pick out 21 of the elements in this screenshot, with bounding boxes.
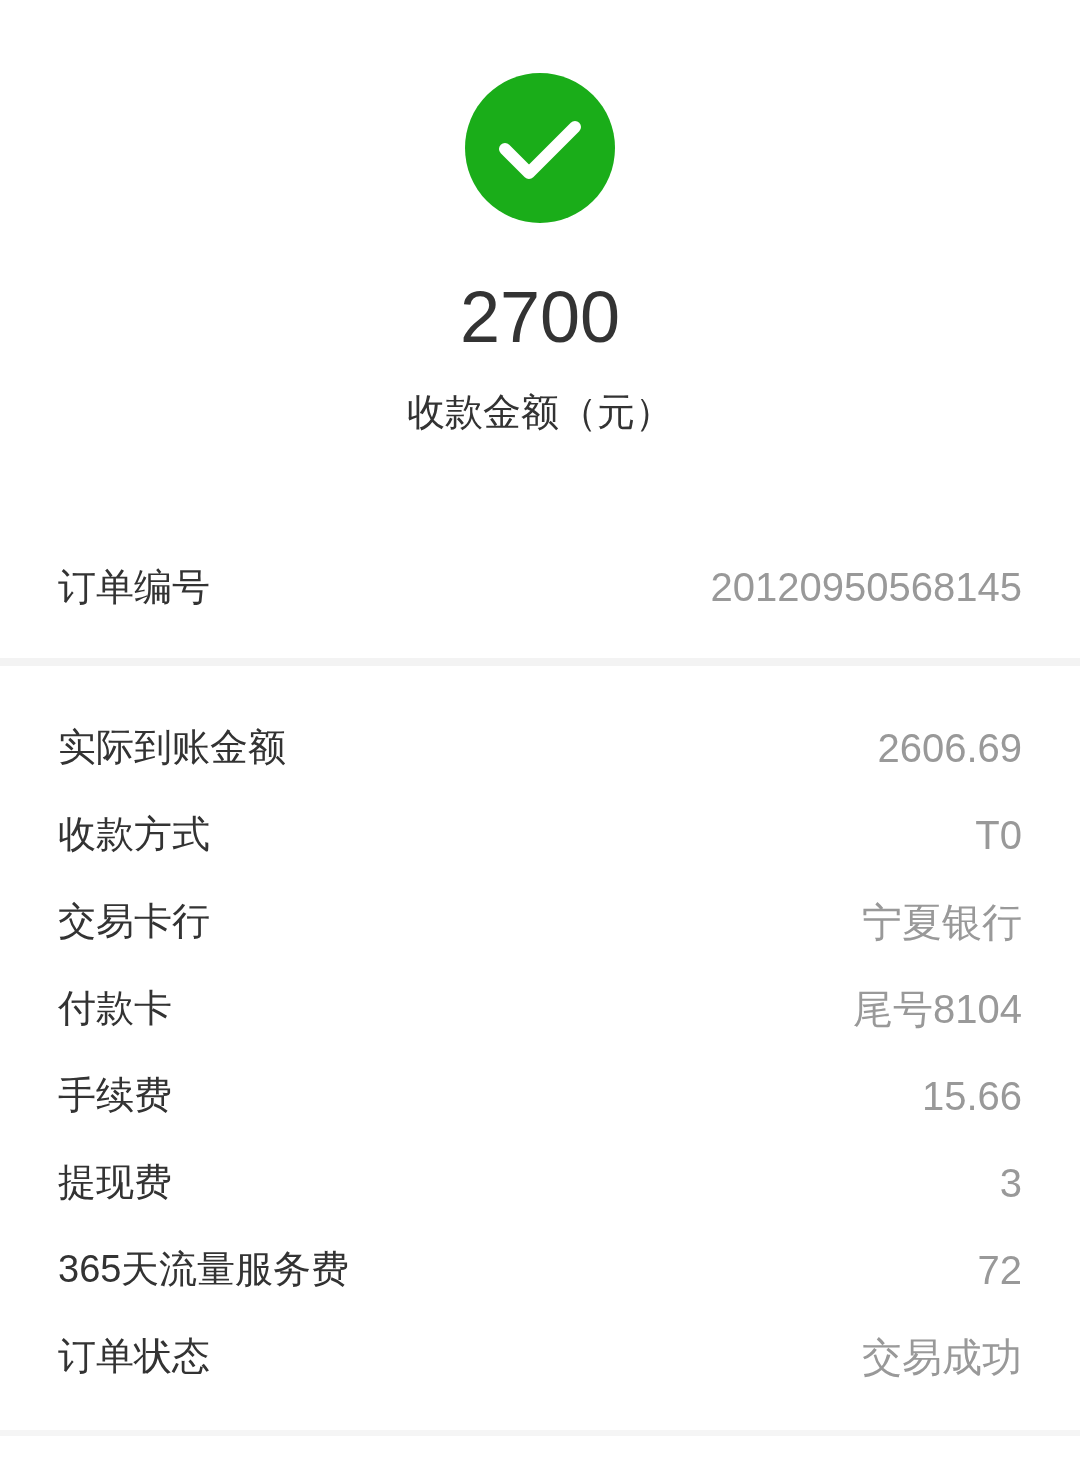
field-value: 尾号8104 [853,985,1022,1033]
field-label: 365天流量服务费 [58,1247,350,1292]
field-label: 订单编号 [58,564,210,610]
field-label: 收款方式 [58,812,210,857]
field-value: 交易成功 [862,1333,1022,1381]
success-check-icon [465,73,615,223]
field-label: 交易卡行 [58,899,210,944]
field-value: 15.66 [921,1072,1022,1120]
field-label: 订单状态 [58,1334,210,1379]
field-value: 2606.69 [877,724,1022,772]
field-label: 付款卡 [58,986,172,1031]
field-label: 实际到账金额 [58,725,286,770]
field-label: 手续费 [58,1073,172,1118]
amount: 2700 [459,281,621,353]
field-label: 提现费 [58,1160,172,1205]
field-value: 72 [977,1246,1022,1294]
field-value: 宁夏银行 [862,898,1022,946]
amount-label: 收款金额（元） [407,393,673,431]
field-value: 3 [999,1159,1022,1207]
order-number: 20120950568145 [710,564,1022,611]
field-value: T0 [975,811,1022,859]
